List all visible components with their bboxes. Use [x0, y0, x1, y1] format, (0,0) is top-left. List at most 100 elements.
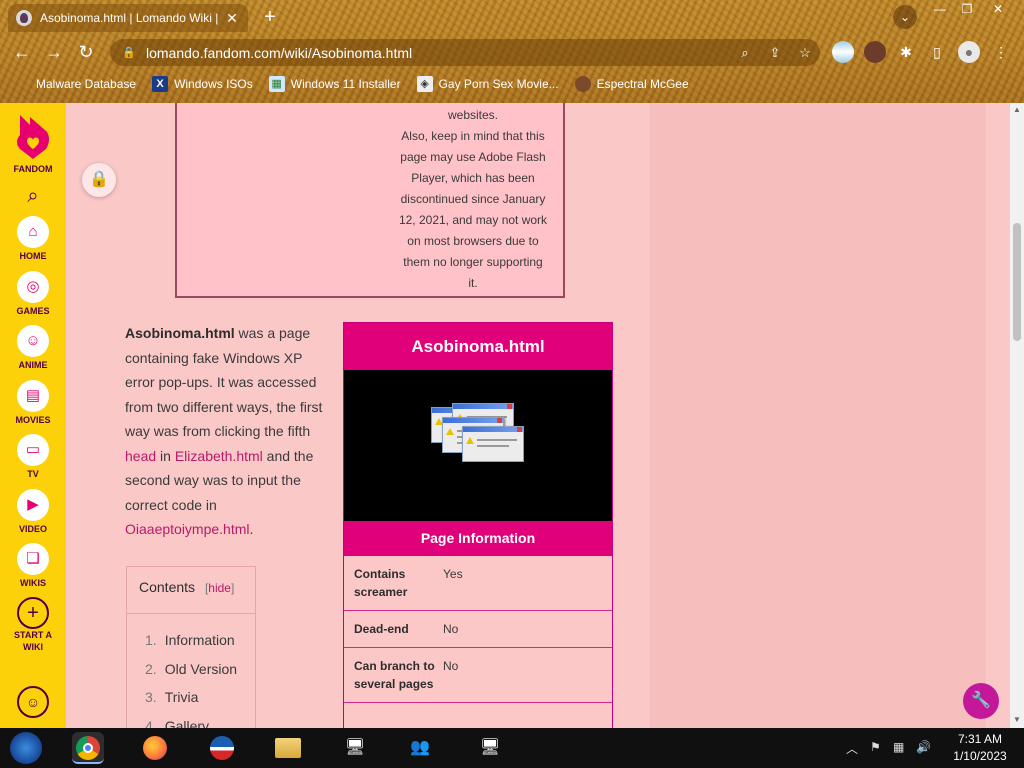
bookmark-item[interactable]: ◈ Gay Porn Sex Movie...	[416, 76, 559, 92]
link-elizabeth[interactable]: Elizabeth.html	[175, 448, 263, 464]
lock-icon[interactable]: 🔒	[122, 46, 138, 59]
infobox-row: Contains screamer Yes	[344, 556, 612, 611]
infobox-key: Dead-end	[354, 622, 409, 636]
toc-hide-link[interactable]: hide	[208, 581, 231, 595]
search-icon[interactable]: ⌕	[730, 45, 760, 61]
scroll-up-icon[interactable]: ▲	[1010, 105, 1024, 114]
article-text: .	[249, 521, 254, 537]
start-orb-icon[interactable]	[10, 732, 42, 764]
toc-item[interactable]: 4. Gallery	[145, 712, 255, 729]
toc-item-label[interactable]: Information	[165, 632, 235, 648]
avatar-icon	[574, 76, 591, 92]
minimize-icon[interactable]: —	[928, 0, 952, 18]
tab-close-icon[interactable]: ✕	[224, 10, 240, 27]
fandom-logo-icon[interactable]	[14, 111, 52, 161]
url-text[interactable]: lomando.fandom.com/wiki/Asobinoma.html	[146, 45, 730, 61]
book-icon[interactable]: ❏	[17, 543, 49, 575]
address-bar[interactable]: 🔒 lomando.fandom.com/wiki/Asobinoma.html…	[110, 39, 820, 66]
program-setup-icon[interactable]: 🖥	[474, 732, 506, 764]
toc-hide-toggle[interactable]: [hide]	[205, 581, 234, 595]
bookmark-label: Espectral McGee	[596, 77, 689, 91]
toc-item-label[interactable]: Old Version	[165, 661, 237, 677]
nav-wikis-label[interactable]: WIKIS	[0, 578, 66, 588]
infobox: Asobinoma.html Page Information Contains…	[343, 322, 613, 728]
plus-icon[interactable]: +	[17, 597, 49, 629]
forward-icon[interactable]: →	[42, 40, 66, 64]
program-installer-icon[interactable]: 🖥	[339, 732, 371, 764]
reload-icon[interactable]: ↻	[74, 40, 98, 64]
file-explorer-icon[interactable]	[272, 732, 304, 764]
popup-titlebar	[453, 404, 513, 409]
back-icon[interactable]: ←	[10, 40, 34, 64]
restore-icon[interactable]: ❐	[955, 0, 979, 18]
toc-item[interactable]: 1. Information	[145, 626, 255, 655]
page-scrollbar[interactable]: ▲ ▼	[1010, 103, 1024, 728]
side-panel-icon[interactable]: ▯	[926, 41, 948, 63]
system-clock[interactable]: 7:31 AM 1/10/2023	[944, 731, 1016, 765]
lock-icon[interactable]: 🔒	[82, 163, 116, 197]
extension-flag-icon[interactable]	[832, 41, 854, 63]
search-icon[interactable]: ⌕	[17, 180, 49, 212]
warning-line: websites.	[447, 108, 499, 122]
table-of-contents: Contents [hide] 1. Information 2. Old Vers…	[126, 566, 256, 728]
nav-movies-label[interactable]: MOVIES	[0, 415, 66, 425]
menu-kebab-icon[interactable]: ⋮	[990, 41, 1012, 63]
bookmark-item[interactable]: Malware Database	[14, 76, 136, 92]
tray-overflow-icon[interactable]: ︿	[846, 740, 858, 757]
home-icon[interactable]: ⌂	[17, 216, 49, 248]
toc-item[interactable]: 3. Trivia	[145, 683, 255, 712]
nav-video-label[interactable]: VIDEO	[0, 524, 66, 534]
warning-triangle-icon	[466, 437, 474, 444]
infobox-image[interactable]	[344, 370, 612, 521]
bookmark-item[interactable]: Espectral McGee	[574, 76, 689, 92]
toc-item-label[interactable]: Gallery	[165, 718, 209, 729]
link-head[interactable]: head	[125, 448, 156, 464]
close-window-icon[interactable]: ✕	[986, 0, 1010, 18]
toc-item[interactable]: 2. Old Version	[145, 655, 255, 684]
volume-icon[interactable]: 🔊	[916, 740, 931, 754]
clapper-icon[interactable]: ▤	[17, 380, 49, 412]
toc-header: Contents [hide]	[127, 567, 255, 595]
browser-tab[interactable]: Asobinoma.html | Lomando Wiki | ✕	[8, 4, 248, 32]
new-tab-button[interactable]: +	[258, 5, 282, 29]
popup-text-line	[477, 445, 509, 447]
nav-anime-label[interactable]: ANIME	[0, 360, 66, 370]
wrench-icon[interactable]: 🔧	[963, 683, 999, 719]
popup-close-icon	[497, 418, 502, 423]
article-title-bold: Asobinoma.html	[125, 325, 235, 341]
extension-avatar-icon[interactable]	[864, 41, 886, 63]
network-app-icon[interactable]: 👥	[404, 732, 436, 764]
gamepad-icon[interactable]: ◎	[17, 271, 49, 303]
obama-logo-icon[interactable]	[206, 732, 238, 764]
profile-icon[interactable]: ●	[958, 41, 980, 63]
scrollbar-thumb[interactable]	[1013, 223, 1021, 341]
warning-line: them no longer supporting	[403, 255, 543, 269]
bookmark-item[interactable]: X Windows ISOs	[152, 76, 253, 92]
nav-home-label[interactable]: HOME	[0, 251, 66, 261]
bookmark-item[interactable]: ▦ Windows 11 Installer	[268, 76, 401, 92]
nav-start-wiki-label[interactable]: START A WIKI	[6, 629, 60, 653]
scroll-down-icon[interactable]: ▼	[1010, 715, 1024, 724]
flag-icon[interactable]: ⚑	[870, 740, 881, 754]
infobox-section-header: Page Information	[344, 521, 612, 556]
anime-icon[interactable]: ☺	[17, 325, 49, 357]
user-icon[interactable]: ☺	[17, 686, 49, 718]
warning-line: Also, keep in mind that this	[401, 129, 545, 143]
toc-list: 1. Information 2. Old Version 3. Trivia 4. G…	[127, 613, 255, 728]
network-icon[interactable]: ▦	[893, 740, 904, 754]
play-icon[interactable]: ▶	[17, 489, 49, 521]
toc-item-label[interactable]: Trivia	[165, 689, 199, 705]
tab-search-icon[interactable]: ⌄	[893, 5, 917, 29]
warning-box: websites. Also, keep in mind that this p…	[175, 103, 565, 298]
firefox-icon[interactable]	[139, 732, 171, 764]
nav-games-label[interactable]: GAMES	[0, 306, 66, 316]
tv-icon[interactable]: ▭	[17, 434, 49, 466]
fandom-logo-label[interactable]: FANDOM	[0, 164, 66, 174]
nav-tv-label[interactable]: TV	[0, 469, 66, 479]
chrome-icon[interactable]	[72, 732, 104, 764]
link-oiaaeptoiympe[interactable]: Oiaaeptoiympe.html	[125, 521, 250, 537]
star-icon[interactable]: ☆	[790, 45, 820, 61]
tab-title: Asobinoma.html | Lomando Wiki |	[40, 11, 219, 25]
puzzle-icon[interactable]: ✱	[895, 41, 917, 63]
share-icon[interactable]: ⇪	[760, 45, 790, 61]
